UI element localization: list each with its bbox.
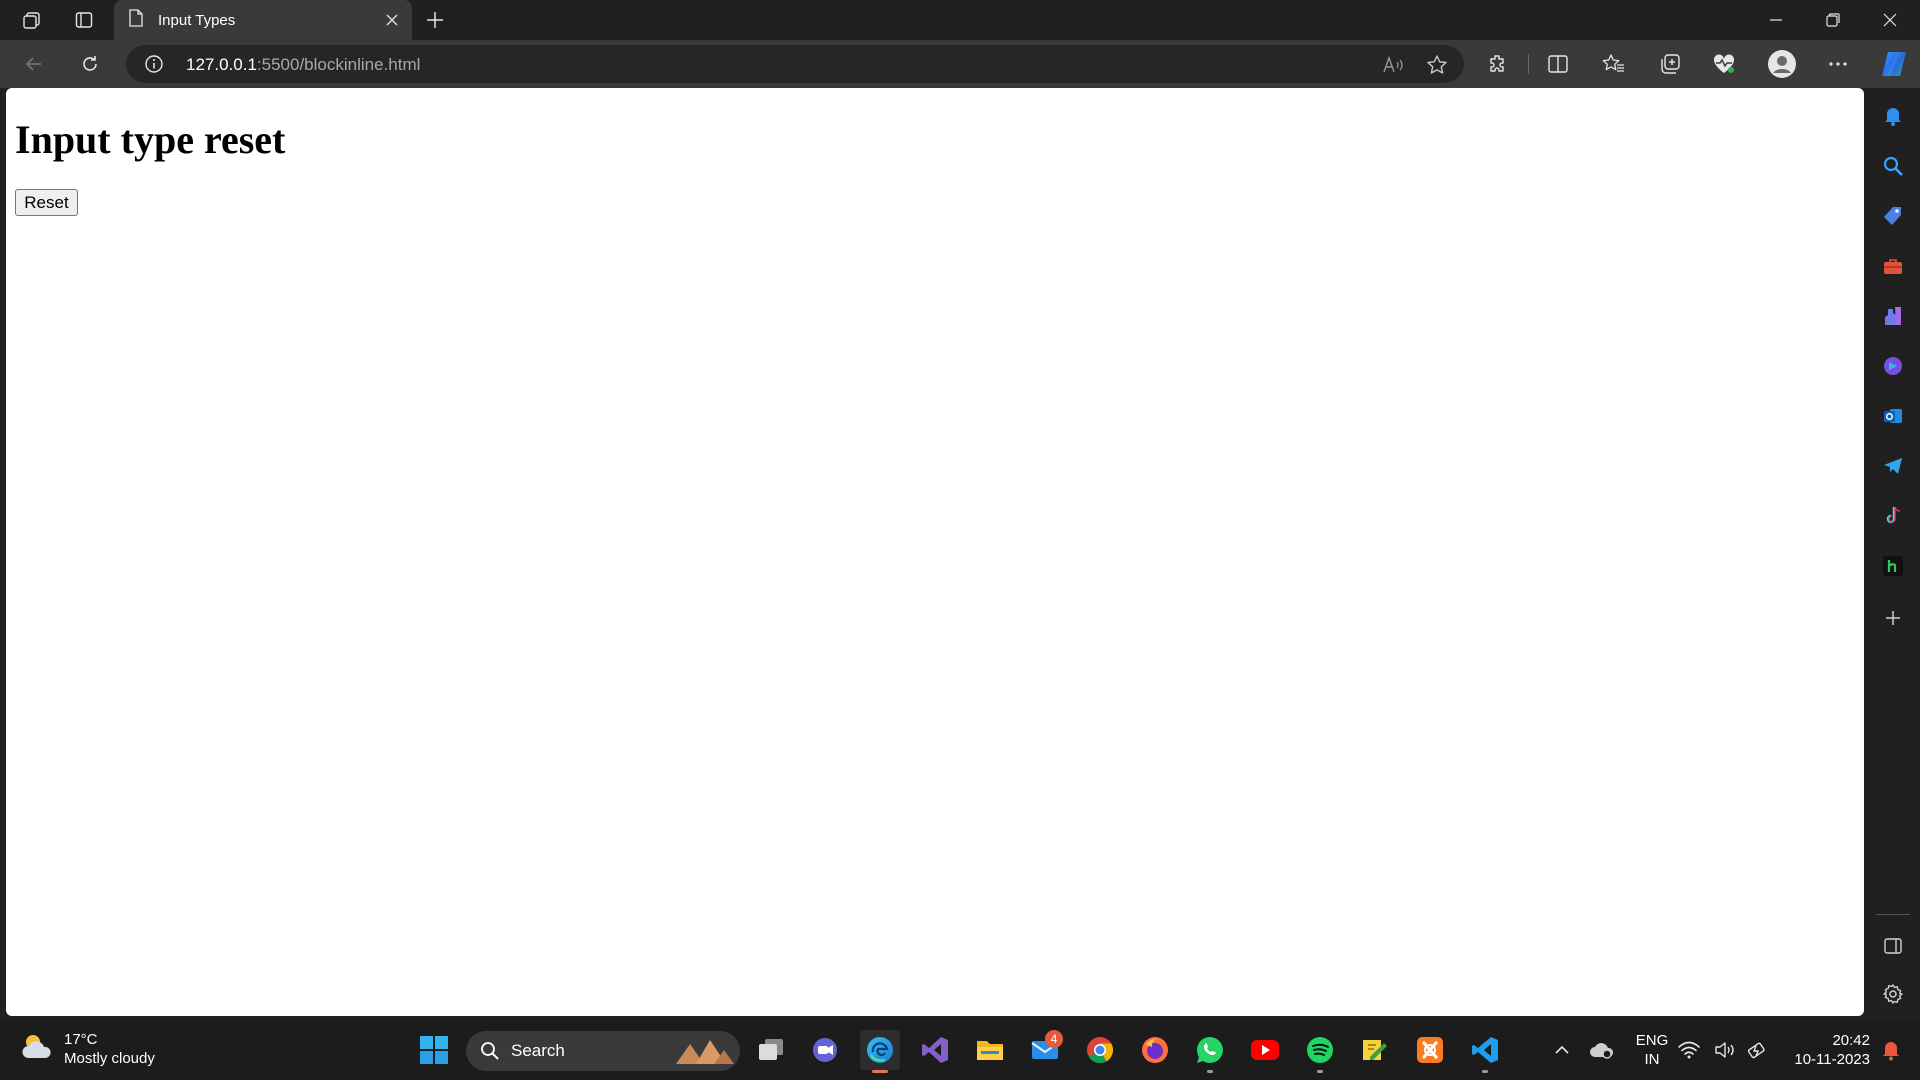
games-icon[interactable] xyxy=(1877,300,1909,332)
add-sidebar-app-icon[interactable] xyxy=(1877,602,1909,634)
hackerrank-icon[interactable] xyxy=(1877,550,1909,582)
back-arrow-icon[interactable] xyxy=(16,46,52,82)
weather-temperature: 17°C xyxy=(64,1031,98,1048)
search-icon[interactable] xyxy=(1877,150,1909,182)
sticky-notes-icon[interactable] xyxy=(1355,1030,1395,1070)
spotify-icon[interactable] xyxy=(1300,1030,1340,1073)
site-info-icon[interactable] xyxy=(142,52,166,76)
telegram-send-icon[interactable] xyxy=(1877,450,1909,482)
page-icon xyxy=(128,9,144,31)
more-options-icon[interactable] xyxy=(1820,46,1856,82)
refresh-icon[interactable] xyxy=(72,46,108,82)
cloudy-weather-icon xyxy=(20,1032,54,1067)
workspaces-icon[interactable] xyxy=(14,4,50,36)
whatsapp-icon[interactable] xyxy=(1190,1030,1230,1073)
shopping-tag-icon[interactable] xyxy=(1877,200,1909,232)
collections-icon[interactable] xyxy=(1652,46,1688,82)
taskbar-search-box[interactable]: Search xyxy=(466,1031,740,1071)
outlook-icon[interactable] xyxy=(1877,400,1909,432)
browser-essentials-icon[interactable] xyxy=(1706,46,1742,82)
address-bar[interactable]: 127.0.0.1:5500/blockinline.html xyxy=(126,45,1464,83)
favorite-star-icon[interactable] xyxy=(1424,52,1450,78)
hide-sidebar-icon[interactable] xyxy=(1877,930,1909,962)
running-indicator xyxy=(1317,1070,1323,1073)
extensions-icon[interactable] xyxy=(1480,46,1516,82)
teams-chat-icon[interactable] xyxy=(805,1030,845,1070)
mail-unread-badge: 4 xyxy=(1045,1030,1063,1048)
browser-title-bar: Input Types xyxy=(0,0,1920,40)
sidebar-separator xyxy=(1876,914,1910,915)
running-indicator xyxy=(1482,1070,1488,1073)
profile-avatar[interactable] xyxy=(1764,46,1800,82)
weather-description: Mostly cloudy xyxy=(64,1050,155,1067)
search-highlight-pyramids-icon xyxy=(674,1036,734,1071)
read-aloud-icon[interactable] xyxy=(1380,52,1406,78)
url-text[interactable]: 127.0.0.1:5500/blockinline.html xyxy=(186,55,420,75)
tab-title: Input Types xyxy=(158,11,236,29)
youtube-icon[interactable] xyxy=(1245,1030,1285,1070)
chrome-icon[interactable] xyxy=(1080,1030,1120,1070)
sidebar-settings-gear-icon[interactable] xyxy=(1877,978,1909,1010)
minimize-button[interactable] xyxy=(1748,0,1804,40)
edge-browser-icon[interactable] xyxy=(860,1030,900,1073)
task-view-icon[interactable] xyxy=(751,1030,791,1070)
firefox-icon[interactable] xyxy=(1135,1030,1175,1070)
favorites-icon[interactable] xyxy=(1596,46,1632,82)
windows-taskbar: 17°C Mostly cloudy Search 4 ENG IN 20:42… xyxy=(0,1020,1920,1080)
tab-actions-icon[interactable] xyxy=(66,4,102,36)
wifi-icon[interactable] xyxy=(1676,1030,1702,1070)
toolbar-separator xyxy=(1528,54,1529,74)
clock[interactable]: 20:42 10-11-2023 xyxy=(1782,1031,1870,1069)
language-code: ENG xyxy=(1635,1032,1669,1049)
url-path: :5500/blockinline.html xyxy=(256,55,421,74)
restore-button[interactable] xyxy=(1805,0,1861,40)
mail-icon[interactable]: 4 xyxy=(1025,1030,1065,1070)
page-heading: Input type reset xyxy=(15,117,286,162)
visual-studio-icon[interactable] xyxy=(915,1030,955,1070)
close-tab-icon[interactable] xyxy=(380,8,404,32)
copilot-icon[interactable] xyxy=(1876,46,1912,82)
reset-button[interactable]: Reset xyxy=(15,189,78,216)
notification-bell-icon[interactable] xyxy=(1877,100,1909,132)
tools-briefcase-icon[interactable] xyxy=(1877,250,1909,282)
search-icon xyxy=(480,1041,500,1066)
browser-toolbar: 127.0.0.1:5500/blockinline.html xyxy=(0,40,1920,88)
vscode-icon[interactable] xyxy=(1465,1030,1505,1073)
web-page-viewport: Input type reset Reset xyxy=(6,88,1864,1016)
tiktok-icon[interactable] xyxy=(1877,500,1909,532)
url-host: 127.0.0.1 xyxy=(186,55,257,74)
tab-input-types[interactable]: Input Types xyxy=(114,0,412,40)
windows-start-icon[interactable] xyxy=(414,1030,454,1070)
close-window-button[interactable] xyxy=(1862,0,1918,40)
onedrive-cloud-icon[interactable] xyxy=(1582,1030,1622,1070)
volume-icon[interactable] xyxy=(1712,1030,1738,1070)
weather-widget[interactable]: 17°C Mostly cloudy xyxy=(20,1030,155,1068)
xampp-icon[interactable] xyxy=(1410,1030,1450,1070)
notification-bell-icon[interactable] xyxy=(1874,1030,1908,1070)
clock-time: 20:42 xyxy=(1832,1032,1870,1049)
running-indicator xyxy=(1207,1070,1213,1073)
show-hidden-icons-chevron-icon[interactable] xyxy=(1542,1030,1582,1070)
screen: Input Types 127.0.0.1:5500/blockinline.h… xyxy=(0,0,1920,1080)
battery-charging-icon[interactable] xyxy=(1744,1030,1770,1070)
keyboard-language-indicator[interactable]: ENG IN xyxy=(1628,1031,1676,1069)
microsoft-365-icon[interactable] xyxy=(1877,350,1909,382)
region-code: IN xyxy=(1644,1051,1660,1068)
active-indicator xyxy=(872,1070,888,1073)
split-screen-icon[interactable] xyxy=(1540,46,1576,82)
edge-sidebar xyxy=(1866,88,1920,1016)
clock-date: 10-11-2023 xyxy=(1794,1051,1870,1068)
search-label: Search xyxy=(511,1041,565,1060)
file-explorer-icon[interactable] xyxy=(970,1030,1010,1070)
new-tab-button[interactable] xyxy=(418,4,452,36)
